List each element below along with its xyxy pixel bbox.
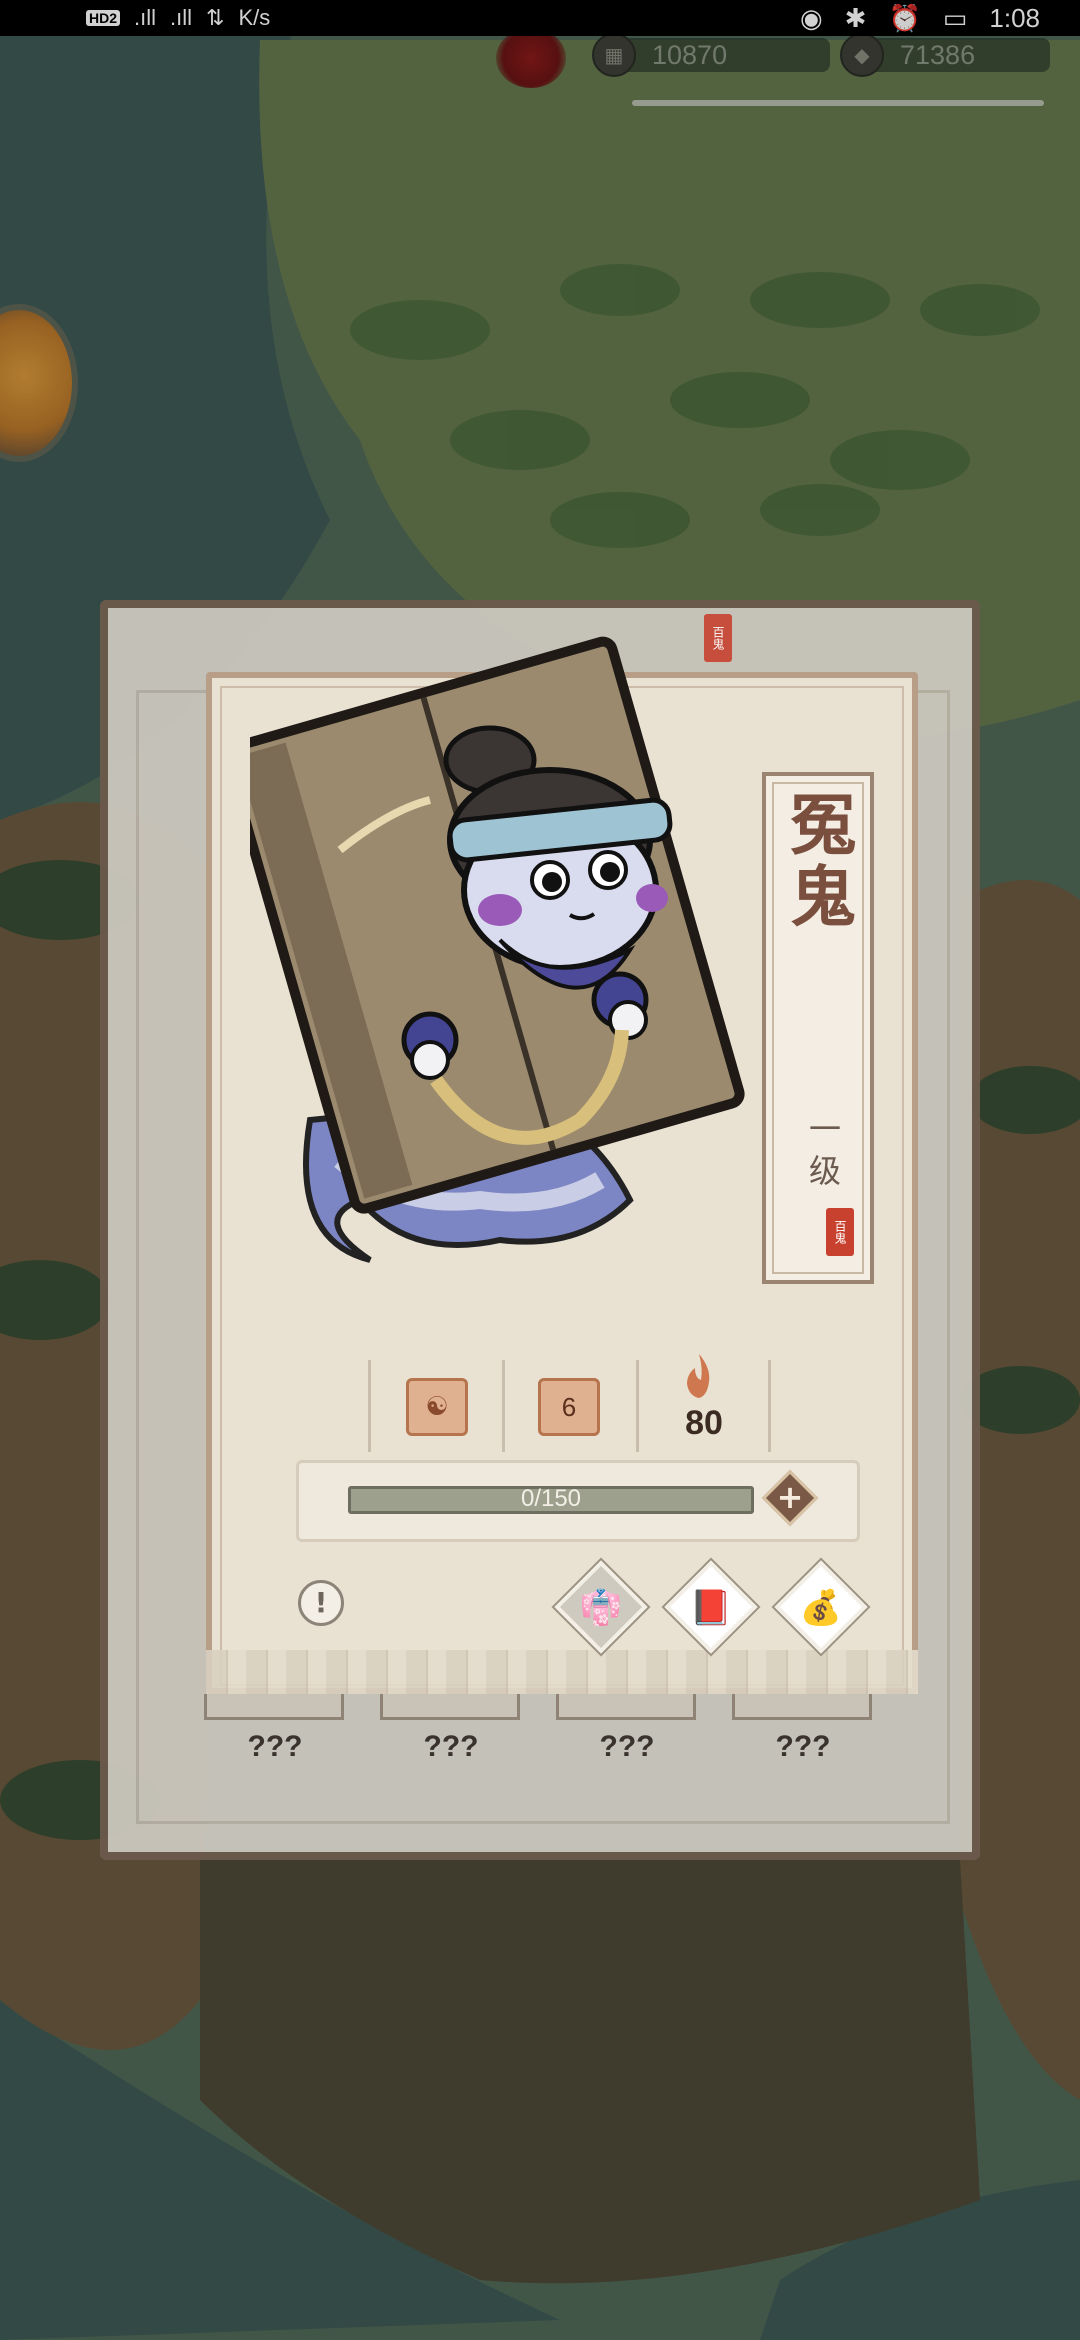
yin-yang-icon[interactable]: ☯ [406, 1378, 468, 1436]
info-button[interactable]: ! [298, 1580, 344, 1626]
entry-frame [732, 1694, 872, 1720]
stat-divider [636, 1360, 639, 1452]
entry-frame [380, 1694, 520, 1720]
plus-icon[interactable]: + [770, 1476, 810, 1516]
fire-value: 80 [685, 1404, 723, 1442]
seal-stamp: 百鬼 [826, 1208, 854, 1256]
card-bottom-pattern [206, 1650, 918, 1694]
unknown-entry-label[interactable]: ??? [748, 1730, 858, 1764]
ghost-character-illustration [250, 636, 745, 1263]
unknown-entry-label[interactable]: ??? [220, 1730, 330, 1764]
unknown-entry-label[interactable]: ??? [396, 1730, 506, 1764]
flame-icon [687, 1354, 710, 1398]
entry-frame [556, 1694, 696, 1720]
stat-divider [502, 1360, 505, 1452]
stat-divider [768, 1360, 771, 1452]
money-bag-icon: 💰 [799, 1588, 843, 1628]
stat-count: 6 [561, 1391, 577, 1422]
stat-divider [368, 1360, 371, 1452]
entry-frame [204, 1694, 344, 1720]
experience-text: 0/150 [520, 1485, 582, 1512]
book-icon: 📕 [689, 1588, 733, 1628]
diamond-badge-icon[interactable]: 6 [538, 1378, 600, 1436]
robe-icon: 👘 [579, 1588, 623, 1628]
character-level: 一级 [804, 1112, 842, 1196]
unknown-entry-label[interactable]: ??? [572, 1730, 682, 1764]
